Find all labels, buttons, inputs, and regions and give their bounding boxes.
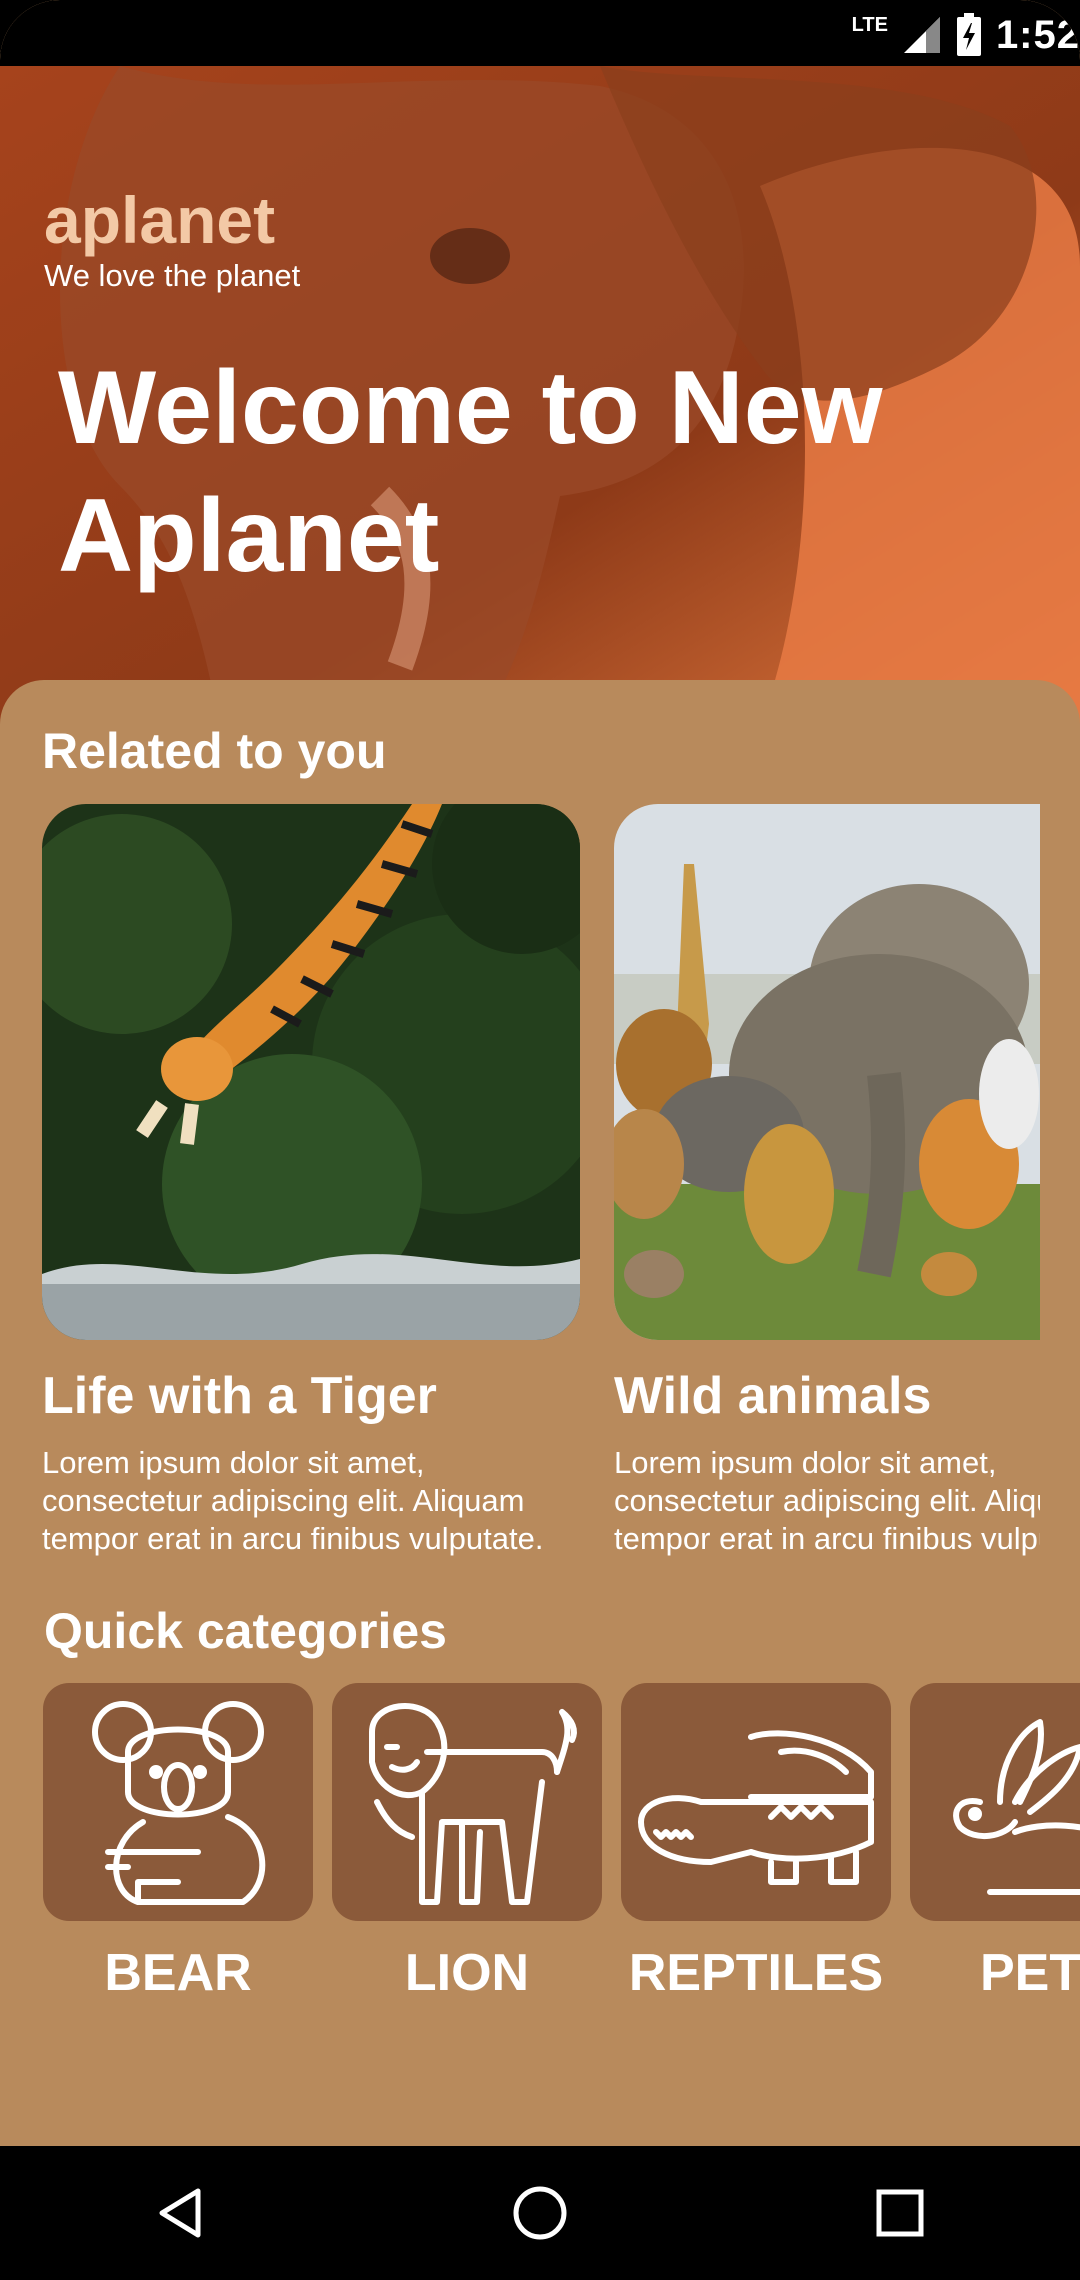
related-carousel-clip: Wild animals Lorem ipsum dolor sit amet,… bbox=[614, 680, 1040, 1680]
content-sheet: Related to you Life with a Tiger Lorem i… bbox=[0, 680, 1080, 2146]
system-nav-bar bbox=[0, 2146, 1080, 2280]
recents-button[interactable] bbox=[840, 2153, 960, 2273]
rabbit-icon bbox=[953, 1719, 1080, 1895]
card-description: Lorem ipsum dolor sit amet, consectetur … bbox=[42, 1445, 544, 1556]
clock: 1:52 bbox=[995, 12, 1080, 57]
category-reptiles[interactable]: REPTILES bbox=[621, 1683, 891, 2003]
card-title: Wild animals bbox=[614, 1367, 932, 1425]
card-title: Life with a Tiger bbox=[42, 1367, 437, 1425]
category-pets[interactable]: PETS bbox=[910, 1683, 1080, 2003]
recents-icon bbox=[876, 2189, 924, 2237]
tiger-photo bbox=[42, 804, 580, 1340]
category-label: LION bbox=[404, 1944, 530, 2002]
home-button[interactable] bbox=[480, 2153, 600, 2273]
wild-animals-photo bbox=[614, 804, 1040, 1340]
phone: LTE 1:52 aplanet We love the planet Welc… bbox=[0, 0, 1080, 2280]
category-label: REPTILES bbox=[628, 1944, 884, 2002]
hero-title: Welcome to New Aplanet bbox=[58, 350, 883, 594]
brand-logo: aplanet bbox=[44, 183, 276, 257]
category-tile bbox=[43, 1683, 313, 1921]
related-card-wild-animals[interactable]: Wild animals Lorem ipsum dolor sit amet,… bbox=[614, 804, 1040, 1556]
koala-icon bbox=[92, 1701, 266, 1905]
network-type: LTE bbox=[851, 13, 888, 36]
back-button[interactable] bbox=[120, 2153, 240, 2273]
crocodile-icon bbox=[638, 1730, 874, 1885]
app-screen: LTE 1:52 aplanet We love the planet Welc… bbox=[0, 0, 1080, 2146]
brand-tagline: We love the planet bbox=[44, 258, 301, 293]
category-bear[interactable]: BEAR bbox=[43, 1683, 313, 2003]
lion-icon bbox=[369, 1703, 577, 1905]
category-tile bbox=[332, 1683, 602, 1921]
hero-banner: aplanet We love the planet Welcome to Ne… bbox=[0, 66, 1080, 726]
home-icon bbox=[513, 2186, 567, 2240]
category-tile bbox=[621, 1683, 891, 1921]
card-description: Lorem ipsum dolor sit amet, consectetur … bbox=[614, 1445, 1040, 1556]
signal-icon bbox=[903, 17, 940, 53]
related-card-tiger[interactable]: Life with a Tiger Lorem ipsum dolor sit … bbox=[42, 804, 580, 1556]
quick-categories-title: Quick categories bbox=[44, 1603, 447, 1659]
category-tile bbox=[910, 1683, 1080, 1921]
related-section-title: Related to you bbox=[42, 723, 387, 779]
category-label: BEAR bbox=[104, 1944, 252, 2002]
category-label: PETS bbox=[980, 1944, 1080, 2002]
battery-icon bbox=[956, 13, 981, 56]
back-icon bbox=[159, 2188, 201, 2238]
status-bar: LTE 1:52 bbox=[0, 0, 1080, 66]
category-lion[interactable]: LION bbox=[332, 1683, 602, 2003]
